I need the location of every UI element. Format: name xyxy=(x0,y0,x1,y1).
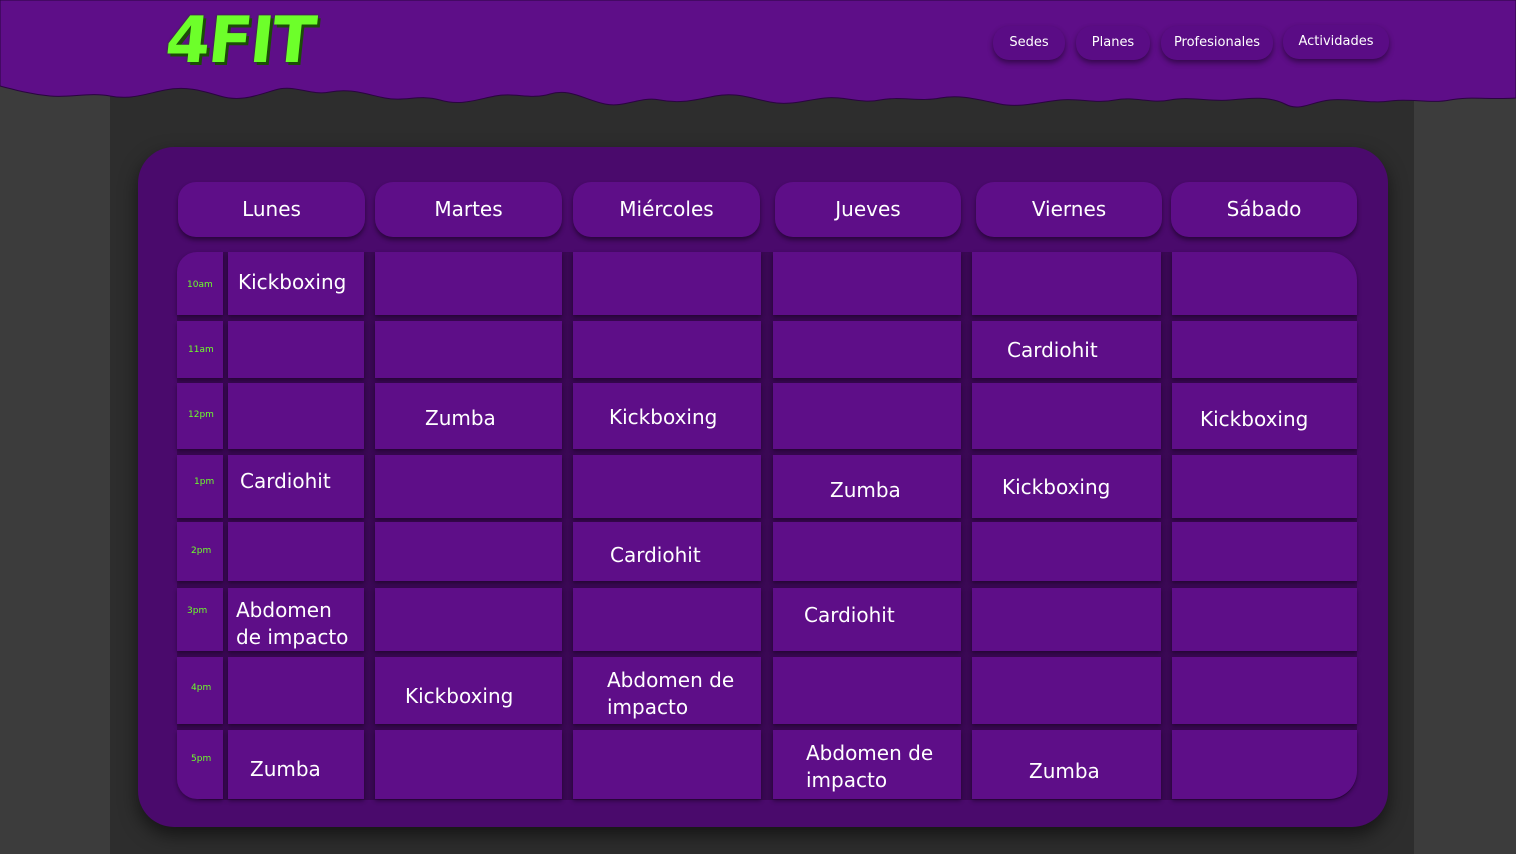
time-slot-label: 2pm xyxy=(177,522,223,581)
left-gutter xyxy=(0,0,110,854)
class-name: Abdomen de impacto xyxy=(806,741,934,792)
class-name: Cardiohit xyxy=(240,469,331,493)
class-slot[interactable]: Cardiohit xyxy=(228,455,364,518)
empty-slot xyxy=(972,383,1161,449)
empty-slot xyxy=(773,522,961,581)
day-header: Jueves xyxy=(775,182,961,237)
empty-slot xyxy=(773,252,961,315)
empty-slot xyxy=(972,657,1161,724)
class-slot[interactable]: Cardiohit xyxy=(773,588,961,651)
class-slot[interactable]: Kickboxing xyxy=(573,383,761,449)
class-name: Cardiohit xyxy=(610,543,701,567)
empty-slot xyxy=(573,730,761,799)
empty-slot xyxy=(972,588,1161,651)
empty-slot xyxy=(375,588,562,651)
nav-sedes-button[interactable]: Sedes xyxy=(993,26,1065,60)
class-slot[interactable]: Abdomen de impacto xyxy=(573,657,761,724)
class-slot[interactable]: Zumba xyxy=(972,730,1161,799)
empty-slot xyxy=(972,252,1161,315)
class-name: Zumba xyxy=(1029,759,1100,783)
class-slot[interactable]: Zumba xyxy=(773,455,961,518)
class-name: Zumba xyxy=(425,406,496,430)
time-slot-text: 10am xyxy=(187,280,213,290)
time-slot-text: 4pm xyxy=(191,683,212,693)
empty-slot xyxy=(573,588,761,651)
empty-slot xyxy=(375,252,562,315)
class-name: Abdomen de impacto xyxy=(236,598,349,649)
class-name: Cardiohit xyxy=(804,603,895,627)
empty-slot xyxy=(375,522,562,581)
empty-slot xyxy=(1172,730,1357,799)
time-slot-label: 5pm xyxy=(177,730,223,799)
class-slot[interactable]: Kickboxing xyxy=(228,252,364,315)
class-slot[interactable]: Kickboxing xyxy=(972,455,1161,518)
empty-slot xyxy=(1172,455,1357,518)
empty-slot xyxy=(573,321,761,378)
brand-logo[interactable]: 4FIT xyxy=(162,4,317,78)
class-slot[interactable]: Cardiohit xyxy=(972,321,1161,378)
time-slot-label: 3pm xyxy=(177,588,223,651)
day-header: Lunes xyxy=(178,182,365,237)
header: 4FIT Sedes Planes Profesionales Activida… xyxy=(0,0,1516,112)
time-slot-label: 12pm xyxy=(177,383,223,449)
time-slot-text: 1pm xyxy=(194,477,215,487)
class-name: Abdomen de impacto xyxy=(607,668,735,719)
class-slot[interactable]: Cardiohit xyxy=(573,522,761,581)
empty-slot xyxy=(228,321,364,378)
class-slot[interactable]: Kickboxing xyxy=(1172,383,1357,449)
empty-slot xyxy=(972,522,1161,581)
class-slot[interactable]: Kickboxing xyxy=(375,657,562,724)
class-slot[interactable]: Zumba xyxy=(228,730,364,799)
time-slot-text: 5pm xyxy=(191,754,212,764)
nav-planes-button[interactable]: Planes xyxy=(1076,26,1150,60)
empty-slot xyxy=(773,657,961,724)
class-name: Kickboxing xyxy=(405,684,514,708)
empty-slot xyxy=(375,455,562,518)
empty-slot xyxy=(375,321,562,378)
day-header: Martes xyxy=(375,182,562,237)
class-name: Kickboxing xyxy=(238,270,347,294)
time-slot-label: 4pm xyxy=(177,657,223,724)
empty-slot xyxy=(1172,252,1357,315)
empty-slot xyxy=(228,383,364,449)
empty-slot xyxy=(1172,657,1357,724)
class-slot[interactable]: Abdomen de impacto xyxy=(773,730,961,799)
time-slot-label: 11am xyxy=(177,321,223,378)
class-name: Cardiohit xyxy=(1007,338,1098,362)
empty-slot xyxy=(573,252,761,315)
empty-slot xyxy=(228,657,364,724)
day-header: Miércoles xyxy=(573,182,760,237)
time-slot-label: 10am xyxy=(177,252,223,315)
empty-slot xyxy=(1172,321,1357,378)
time-slot-text: 3pm xyxy=(187,606,208,616)
empty-slot xyxy=(228,522,364,581)
class-name: Kickboxing xyxy=(609,405,718,429)
class-slot[interactable]: Zumba xyxy=(375,383,562,449)
time-slot-label: 1pm xyxy=(177,455,223,518)
nav-profesionales-button[interactable]: Profesionales xyxy=(1161,26,1273,60)
empty-slot xyxy=(773,321,961,378)
time-slot-text: 11am xyxy=(188,345,214,355)
empty-slot xyxy=(773,383,961,449)
empty-slot xyxy=(1172,588,1357,651)
class-slot[interactable]: Abdomen de impacto xyxy=(228,588,364,651)
day-header: Sábado xyxy=(1171,182,1357,237)
empty-slot xyxy=(1172,522,1357,581)
nav-actividades-button[interactable]: Actividades xyxy=(1283,25,1389,59)
empty-slot xyxy=(573,455,761,518)
class-name: Kickboxing xyxy=(1200,407,1309,431)
time-slot-text: 2pm xyxy=(191,546,212,556)
right-gutter xyxy=(1414,0,1516,854)
class-name: Kickboxing xyxy=(1002,475,1111,499)
empty-slot xyxy=(375,730,562,799)
day-header: Viernes xyxy=(976,182,1162,237)
time-slot-text: 12pm xyxy=(188,410,214,420)
class-name: Zumba xyxy=(830,478,901,502)
class-name: Zumba xyxy=(250,757,321,781)
